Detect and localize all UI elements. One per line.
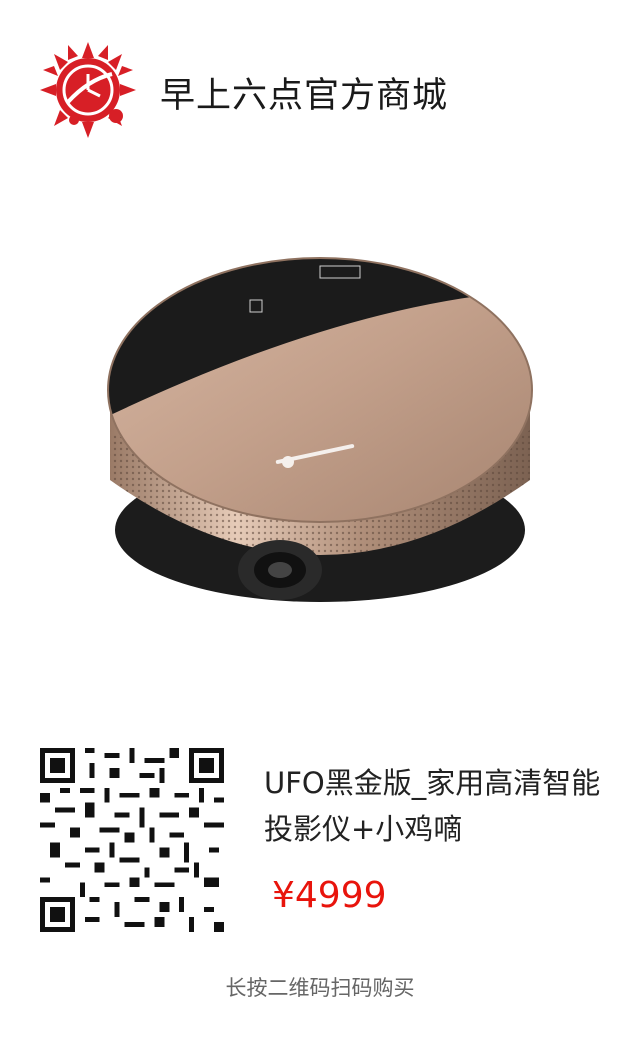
- projector-image: [107, 257, 533, 602]
- store-name: 早上六点官方商城: [160, 76, 449, 116]
- qr-code-icon[interactable]: [40, 748, 224, 932]
- sun-clock-logo-icon: [40, 42, 136, 138]
- product-title: UFO黑金版_家用高清智能投影仪+小鸡嘀: [264, 766, 601, 846]
- store-header: 早上六点官方商城: [0, 0, 640, 190]
- qr-hint: 长按二维码扫码购买: [225, 976, 415, 1000]
- product-price: ¥4999: [272, 875, 387, 916]
